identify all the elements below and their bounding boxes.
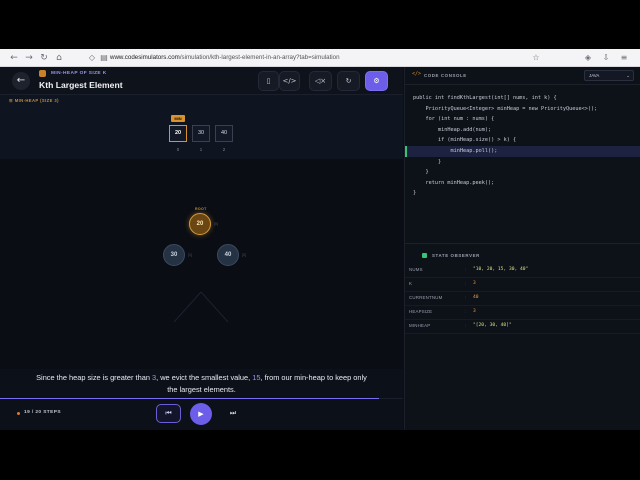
sim-subtitle: MIN-HEAP OF SIZE K <box>51 71 107 76</box>
code-line: return minHeap.peek(); <box>413 179 495 186</box>
code-line: minHeap.add(num); <box>413 126 492 133</box>
state-separator: : <box>465 323 467 328</box>
next-step-button[interactable]: ⏭ <box>224 404 242 423</box>
edge-root-right <box>200 291 229 323</box>
tree-node-index: [0] <box>214 222 218 226</box>
state-key: NUMS <box>409 267 423 272</box>
code-line: } <box>413 190 417 197</box>
mute-button[interactable]: ◁× <box>309 71 332 91</box>
min-badge: MIN <box>171 115 185 122</box>
code-line: for (int num : nums) { <box>413 116 495 123</box>
list-icon <box>39 70 46 77</box>
array-index: 2 <box>222 147 226 152</box>
edge-root-left <box>173 291 202 323</box>
console-header: </> CODE CONSOLE JAVA ⌄ <box>405 67 640 85</box>
state-value: "10, 20, 15, 30, 40" <box>473 267 529 272</box>
code-line-active: minHeap.poll(); <box>405 145 640 157</box>
state-key: MINHEAP <box>409 323 431 328</box>
code-line: } <box>413 158 442 165</box>
book-button[interactable]: ▯ <box>258 71 279 91</box>
code-line: } <box>413 169 429 176</box>
state-separator: : <box>465 309 467 314</box>
console-title: CODE CONSOLE <box>424 73 467 78</box>
code-toggle-button[interactable]: </> <box>279 71 300 91</box>
url-path: /simulation/kth-largest-element-in-an-ar… <box>179 54 340 61</box>
state-row: K: 3 <box>405 278 640 292</box>
state-value: 3 <box>473 281 476 286</box>
state-icon <box>422 253 427 258</box>
playback-controls: 19 / 20 STEPS ⏮ ▶ ⏭ <box>0 399 403 430</box>
state-row: HEAPSIZE: 3 <box>405 306 640 320</box>
sim-title: Kth Largest Element <box>39 80 123 90</box>
chevron-down-icon: ⌄ <box>626 73 630 78</box>
desc-text: Since the heap size is greater than <box>36 373 152 382</box>
tree-edges <box>173 291 229 323</box>
code-pane: </> CODE CONSOLE JAVA ⌄ public int findKt… <box>404 67 640 430</box>
state-value: "[20, 30, 40]" <box>473 323 512 328</box>
screen: ← → ↻ ⌂ ◇ ▤ www.codesimulators.com/simul… <box>0 0 640 480</box>
state-value: 3 <box>473 309 476 314</box>
state-separator: : <box>465 267 467 272</box>
reset-button[interactable]: ↻ <box>337 71 360 91</box>
shield-check-icon[interactable]: ◈ <box>582 51 594 65</box>
state-row: MINHEAP: "[20, 30, 40]" <box>405 320 640 334</box>
heap-size-label: ☰ MIN-HEAP (SIZE 3) <box>9 98 59 103</box>
browser-toolbar: ← → ↻ ⌂ ◇ ▤ www.codesimulators.com/simul… <box>0 49 640 67</box>
sim-header: ← MIN-HEAP OF SIZE K Kth Largest Element… <box>0 67 403 95</box>
menu-icon[interactable]: ≡ <box>618 51 630 65</box>
language-select[interactable]: JAVA ⌄ <box>584 70 634 81</box>
code-line: PriorityQueue<Integer> minHeap = new Pri… <box>413 105 598 112</box>
state-key: HEAPSIZE <box>409 309 433 314</box>
array-cell: 30 <box>192 125 210 142</box>
play-button[interactable]: ▶ <box>190 403 212 425</box>
tree-node-index: [1] <box>188 253 192 257</box>
array-cell: 40 <box>215 125 233 142</box>
state-row: NUMS: "10, 20, 15, 30, 40" <box>405 264 640 278</box>
step-dot <box>17 412 20 415</box>
settings-button[interactable]: ⚙ <box>365 71 388 91</box>
array-index: 1 <box>199 147 203 152</box>
state-title: STATE OBSERVER <box>432 253 480 258</box>
browser-home-icon[interactable]: ⌂ <box>53 51 65 65</box>
star-icon[interactable]: ☆ <box>530 51 542 65</box>
array-index: 0 <box>176 147 180 152</box>
state-separator: : <box>465 281 467 286</box>
language-value: JAVA <box>589 73 600 78</box>
simulator-app: ← MIN-HEAP OF SIZE K Kth Largest Element… <box>0 67 640 430</box>
browser-reload-icon[interactable]: ↻ <box>38 51 50 65</box>
tree-node: 30 <box>163 244 185 266</box>
state-key: K <box>409 281 413 286</box>
state-key: CURRENTNUM <box>409 295 443 300</box>
desc-text: , we evict the smallest value, <box>156 373 253 382</box>
code-icon: </> <box>412 71 422 77</box>
back-button[interactable]: ← <box>12 72 30 90</box>
step-description: Since the heap size is greater than 3, w… <box>30 372 373 395</box>
visualization-pane: ← MIN-HEAP OF SIZE K Kth Largest Element… <box>0 67 403 430</box>
step-counter: 19 / 20 STEPS <box>24 410 61 415</box>
code-line: if (minHeap.size() > k) { <box>413 137 517 144</box>
previous-step-button[interactable]: ⏮ <box>156 404 181 423</box>
browser-forward-icon[interactable]: → <box>23 51 35 65</box>
page-icon[interactable]: ▤ <box>98 51 110 65</box>
tree-node: 20 <box>189 213 211 235</box>
url-bar[interactable]: www.codesimulators.com/simulation/kth-la… <box>110 52 530 64</box>
state-separator: : <box>465 295 467 300</box>
heap-tree <box>0 159 403 369</box>
code-block: public int findKthLargest(int[] nums, in… <box>405 93 640 199</box>
code-line: public int findKthLargest(int[] nums, in… <box>413 95 557 101</box>
download-icon[interactable]: ⇩ <box>600 51 612 65</box>
tree-node-index: [2] <box>242 253 246 257</box>
tree-node: 40 <box>217 244 239 266</box>
url-host: www.codesimulators.com <box>110 54 180 61</box>
root-tag: ROOT <box>195 207 207 211</box>
array-cell: 20 <box>169 125 187 142</box>
state-value: 40 <box>473 295 479 300</box>
state-row: CURRENTNUM: 40 <box>405 292 640 306</box>
browser-back-icon[interactable]: ← <box>8 51 20 65</box>
shield-icon[interactable]: ◇ <box>86 51 98 65</box>
